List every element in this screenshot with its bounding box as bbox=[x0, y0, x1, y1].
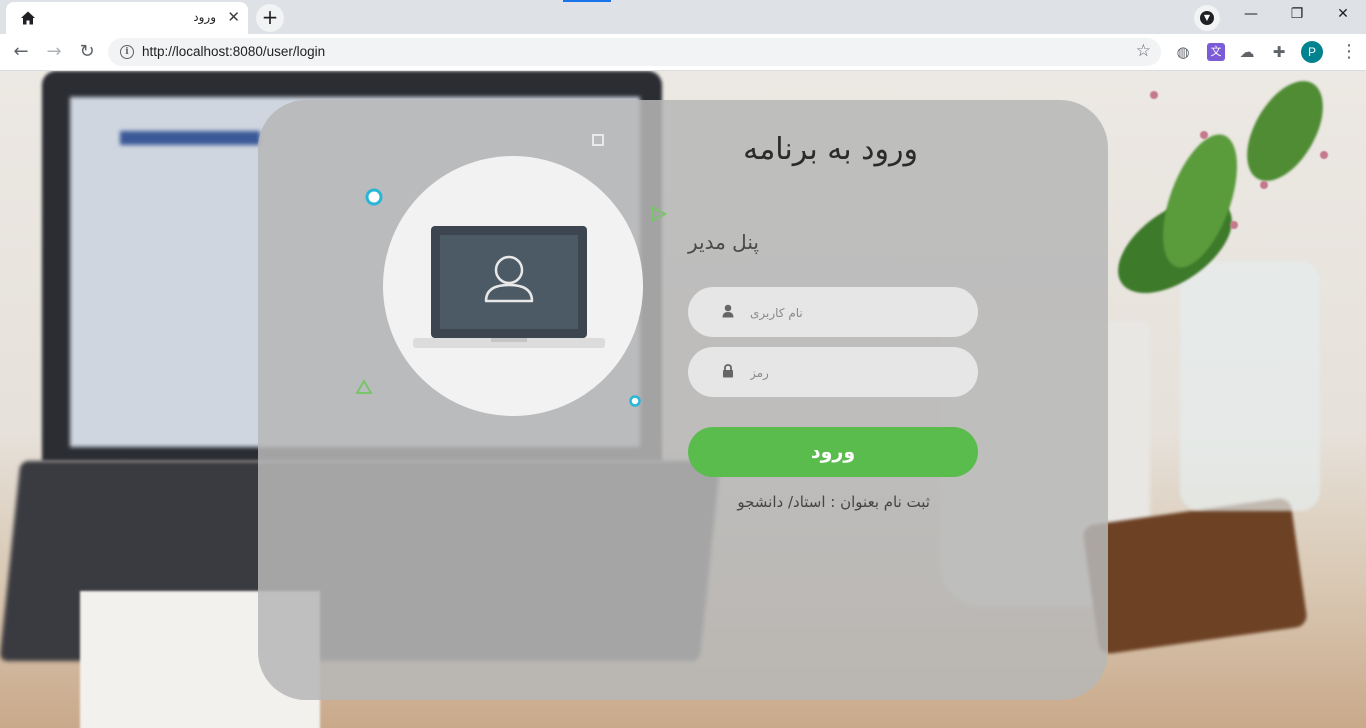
reload-button[interactable]: ↻ bbox=[76, 42, 98, 62]
ring-decoration-icon bbox=[365, 188, 383, 206]
address-bar[interactable]: i http://localhost:8080/user/login ☆ bbox=[108, 38, 1161, 66]
page-title: ورود به برنامه bbox=[743, 132, 918, 167]
browser-tab[interactable]: ورود ✕ bbox=[6, 2, 248, 34]
back-button[interactable]: ← bbox=[10, 42, 32, 62]
globe-icon[interactable]: ◍ bbox=[1174, 43, 1192, 61]
tabstrip-accent bbox=[563, 0, 611, 2]
browser-tabstrip: ورود ✕ + ▼ — ❐ ✕ bbox=[0, 0, 1366, 34]
square-decoration-icon bbox=[592, 134, 604, 146]
puzzle-icon[interactable]: ✚ bbox=[1270, 43, 1288, 61]
lock-icon bbox=[723, 364, 733, 378]
new-tab-button[interactable]: + bbox=[256, 4, 284, 32]
bg-flower bbox=[1150, 91, 1158, 99]
tab-close-icon[interactable]: ✕ bbox=[227, 9, 240, 25]
browser-toolbar: ← → ↻ i http://localhost:8080/user/login… bbox=[0, 34, 1366, 71]
tab-title: ورود bbox=[193, 10, 216, 24]
login-card: ورود به برنامه پنل مدیر ورود ثبت نام بعن… bbox=[258, 100, 1108, 700]
bg-flower bbox=[1200, 131, 1208, 139]
restore-button[interactable]: ❐ bbox=[1274, 6, 1320, 22]
panel-label: پنل مدیر bbox=[688, 230, 759, 254]
home-icon bbox=[21, 11, 35, 25]
user-icon bbox=[722, 304, 734, 318]
login-button[interactable]: ورود bbox=[688, 427, 978, 477]
bg-jar bbox=[1180, 261, 1320, 511]
bg-board bbox=[1081, 497, 1309, 655]
laptop-user-icon bbox=[413, 226, 605, 348]
dot-decoration-icon bbox=[629, 395, 641, 407]
chevron-down-icon: ▼ bbox=[1200, 11, 1214, 25]
password-field[interactable] bbox=[688, 347, 978, 399]
address-url[interactable]: http://localhost:8080/user/login bbox=[142, 44, 325, 59]
bg-flower bbox=[1320, 151, 1328, 159]
translate-icon[interactable]: 文 bbox=[1207, 43, 1225, 61]
bg-flower bbox=[1260, 181, 1268, 189]
bookmark-star-icon[interactable]: ☆ bbox=[1136, 41, 1151, 61]
triangle-right-decoration-icon bbox=[651, 205, 668, 223]
cloud-icon[interactable]: ☁ bbox=[1238, 43, 1256, 61]
site-info-icon[interactable]: i bbox=[120, 45, 134, 59]
close-window-button[interactable]: ✕ bbox=[1320, 6, 1366, 22]
forward-button[interactable]: → bbox=[43, 42, 65, 62]
username-input[interactable] bbox=[748, 287, 952, 339]
bg-leaf bbox=[1231, 71, 1339, 194]
triangle-up-decoration-icon bbox=[355, 379, 373, 394]
register-link[interactable]: ثبت نام بعنوان : استاد/ دانشجو bbox=[688, 493, 930, 511]
tab-search-button[interactable]: ▼ bbox=[1194, 5, 1220, 31]
illustration-circle bbox=[383, 156, 643, 416]
browser-menu-icon[interactable]: ⋮ bbox=[1340, 42, 1358, 62]
bg-screen-bar bbox=[120, 131, 260, 145]
password-input[interactable] bbox=[748, 347, 952, 399]
minimize-button[interactable]: — bbox=[1228, 6, 1274, 22]
profile-avatar[interactable]: P bbox=[1301, 41, 1323, 63]
bg-flower bbox=[1230, 221, 1238, 229]
username-field[interactable] bbox=[688, 287, 978, 339]
